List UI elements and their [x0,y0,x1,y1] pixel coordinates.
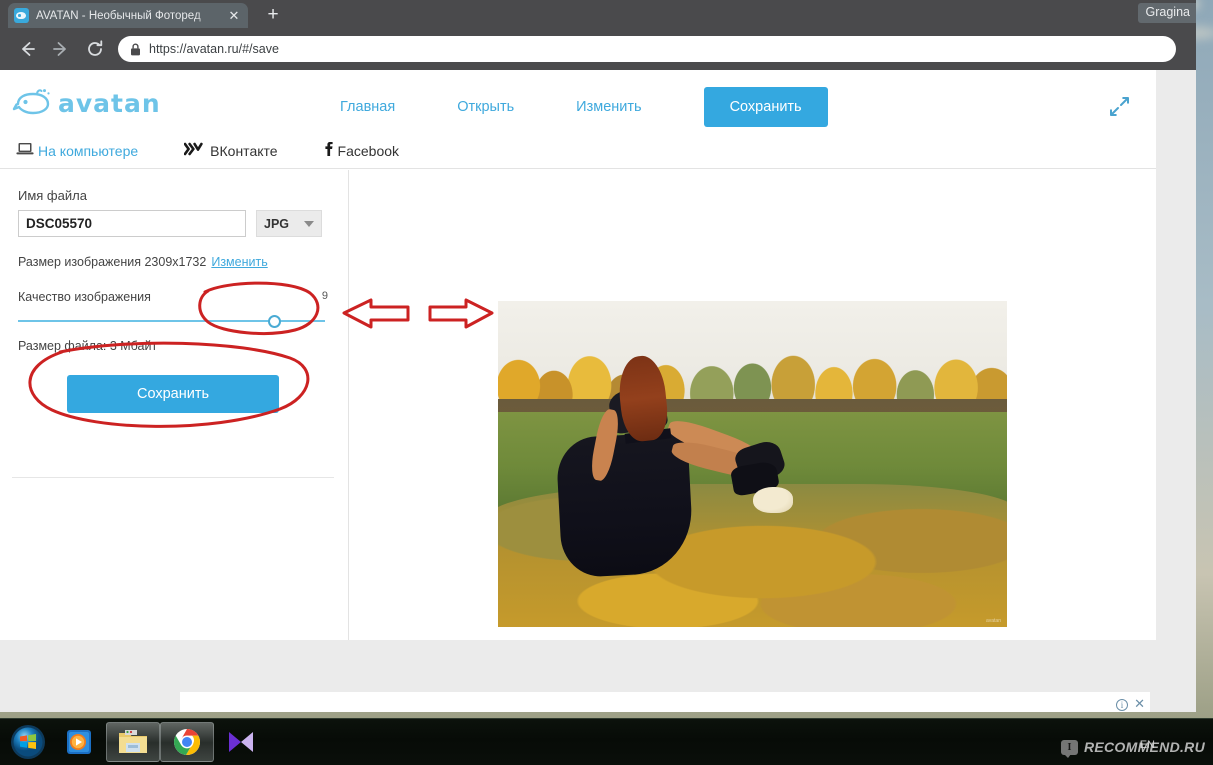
watermark-text: RECOMMEND.RU [1083,739,1205,755]
main-navigation: Главная Открыть Изменить Сохранить [340,87,828,127]
filename-input[interactable] [18,210,246,237]
profile-label[interactable]: Gragina [1137,3,1196,23]
sidebar-item-label: Facebook [337,142,400,159]
ad-info-icon[interactable]: i [1116,699,1128,711]
nav-save-button[interactable]: Сохранить [703,87,828,127]
vk-icon [183,142,206,159]
address-bar[interactable]: https://avatan.ru/#/save [118,36,1176,62]
sidebar-item-vk[interactable]: ВКонтакте [183,142,278,159]
start-button[interactable] [4,721,52,763]
logo-text: avatan [58,88,161,118]
browser-tab[interactable]: AVATAN - Необычный Фоторед ✕ [8,3,248,28]
nav-home[interactable]: Главная [340,99,395,115]
file-size-label: Размер файла: 3 Мбайт [18,339,158,353]
taskbar-windows-media-player[interactable] [52,721,106,763]
quality-value: 9 [321,290,328,302]
sidebar-item-label: ВКонтакте [210,142,278,159]
avatan-whale-icon [14,8,29,23]
taskbar-file-explorer[interactable] [106,722,160,762]
page-viewport: avatan Главная Открыть Изменить Сохранит… [0,70,1196,712]
lock-icon [130,43,141,56]
photo-dog [752,486,794,513]
watermark-badge: I [1060,739,1078,758]
photo-preview-area: avatan [350,170,1156,640]
image-size-row: Размер изображения 2309x1732 Изменить [18,255,334,269]
reload-icon[interactable] [78,32,112,66]
nav-open[interactable]: Открыть [457,99,514,115]
avatan-logo[interactable]: avatan [12,88,161,118]
url-text: https://avatan.ru/#/save [149,42,279,56]
browser-window: AVATAN - Необычный Фоторед ✕ + Gragina h… [0,0,1196,712]
format-select-value: JPG [264,216,290,231]
tab-title: AVATAN - Необычный Фоторед [36,9,201,22]
whale-icon [12,89,50,115]
quality-slider[interactable] [18,313,334,329]
ad-close-icon[interactable]: ✕ [1134,697,1145,710]
back-arrow-icon[interactable] [10,32,44,66]
facebook-icon [324,141,334,160]
save-options-panel: Имя файла JPG Размер изображения 2309x17… [0,170,349,640]
format-select[interactable]: JPG [256,210,322,237]
taskbar-google-chrome[interactable] [160,722,214,762]
nav-edit[interactable]: Изменить [576,99,641,115]
quality-label: Качество изображения [18,290,151,304]
divider [12,477,334,478]
desktop: AVATAN - Необычный Фоторед ✕ + Gragina h… [0,0,1213,765]
taskbar-kmplayer[interactable] [214,721,268,763]
tab-strip: AVATAN - Необычный Фоторед ✕ + Gragina [0,0,1196,28]
sidebar-item-facebook[interactable]: Facebook [324,141,399,160]
sidebar-item-label: На компьютере [38,142,139,159]
image-size-change-link[interactable]: Изменить [211,255,267,269]
filename-row: JPG [18,210,334,237]
filename-label: Имя файла [18,188,87,203]
photo-preview[interactable]: avatan [498,301,1007,627]
site-header: avatan Главная Открыть Изменить Сохранит… [0,70,1156,133]
image-size-label: Размер изображения 2309x1732 [18,255,207,269]
new-tab-button[interactable]: + [262,5,284,25]
taskbar: EN I RECOMMEND.RU [0,718,1213,765]
chevron-down-icon [304,220,314,227]
photo-credit: avatan [985,618,1001,624]
close-icon[interactable]: ✕ [226,8,242,24]
watermark: I RECOMMEND.RU [1060,739,1205,758]
slider-handle[interactable] [268,315,281,328]
expand-fullscreen-icon[interactable] [1108,96,1130,123]
quality-row: Качество изображения 9 [18,290,334,304]
browser-toolbar: https://avatan.ru/#/save [0,28,1196,70]
ad-banner: Ждем вас снова в Joom! Покупайте китайск… [180,692,1150,712]
sidebar-item-computer[interactable]: На компьютере [16,142,138,159]
laptop-icon [16,142,34,159]
save-button[interactable]: Сохранить [67,375,279,413]
forward-arrow-icon[interactable] [44,32,78,66]
source-tabs: На компьютере ВКонтакте Facebook [0,133,1156,169]
page-right-margin [1156,70,1196,712]
